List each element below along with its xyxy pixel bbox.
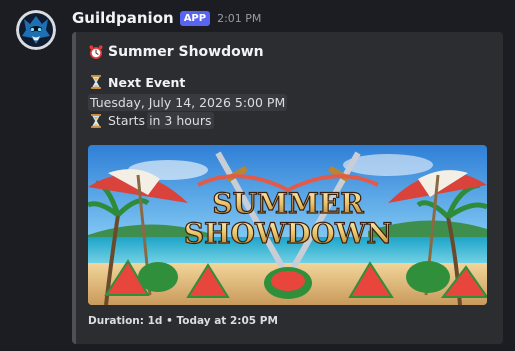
event-datetime[interactable]: Tuesday, July 14, 2026 5:00 PM xyxy=(88,94,288,111)
timestamp[interactable]: 2:01 PM xyxy=(217,12,261,25)
alarm-clock-icon xyxy=(88,44,104,60)
event-embed: Summer Showdown Next Event Tuesday, July… xyxy=(72,32,503,344)
embed-accent-bar xyxy=(72,32,76,344)
starts-relative[interactable]: in 3 hours xyxy=(147,112,214,129)
banner-title-line1: SUMMER xyxy=(212,187,364,220)
embed-title-text: Summer Showdown xyxy=(108,44,264,60)
embed-footer: Duration: 1d • Today at 2:05 PM xyxy=(88,315,278,327)
app-badge: APP xyxy=(179,10,211,26)
starts-label: Starts xyxy=(108,113,146,128)
event-datetime-line: Tuesday, July 14, 2026 5:00 PM xyxy=(88,94,288,111)
username[interactable]: Guildpanion xyxy=(72,9,174,27)
next-event-label: Next Event xyxy=(108,74,186,90)
hourglass-icon xyxy=(88,113,104,129)
chat-message: Guildpanion APP 2:01 PM Summer Showdown xyxy=(0,0,515,351)
starts-line: Starts in 3 hours xyxy=(88,112,214,129)
event-banner-image[interactable]: SUMMER SHOWDOWN xyxy=(88,145,487,305)
avatar[interactable] xyxy=(16,10,56,50)
embed-title: Summer Showdown xyxy=(88,44,264,60)
message-header: Guildpanion APP 2:01 PM xyxy=(72,8,261,28)
banner-title-line2: SHOWDOWN xyxy=(184,217,392,250)
hourglass-icon xyxy=(88,74,104,90)
next-event-line: Next Event xyxy=(88,74,185,90)
